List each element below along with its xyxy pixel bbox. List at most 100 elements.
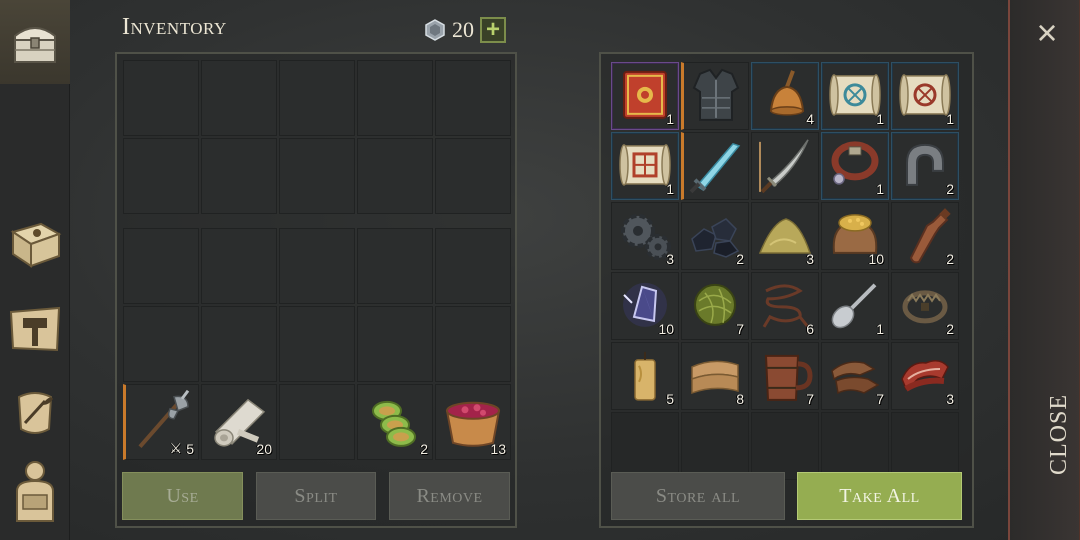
chest-slot-scroll-red[interactable]: 1 xyxy=(891,62,959,130)
chest-slot-crystal[interactable]: 10 xyxy=(611,272,679,340)
inventory-slot[interactable] xyxy=(279,60,355,136)
chest-icon xyxy=(14,27,56,63)
item-quantity: 2 xyxy=(946,181,954,197)
close-label[interactable]: CLOSE xyxy=(1046,394,1073,475)
armor-vest-icon xyxy=(692,68,740,121)
chest-slot-katana[interactable] xyxy=(751,132,819,200)
chest-slot-candle[interactable]: 5 xyxy=(611,342,679,410)
gem-icon xyxy=(425,19,445,41)
hammer-map-icon xyxy=(9,306,61,352)
item-quantity: 1 xyxy=(666,181,674,197)
iron-horseshoe-icon xyxy=(906,143,944,186)
chest-slot-scroll-red-2[interactable]: 1 xyxy=(611,132,679,200)
chest-slot-bear-trap[interactable]: 2 xyxy=(891,272,959,340)
inventory-slot[interactable] xyxy=(357,138,433,214)
tab-skills[interactable] xyxy=(6,216,64,274)
chest-slot-sand[interactable]: 3 xyxy=(751,202,819,270)
item-quantity: 2 xyxy=(946,251,954,267)
item-quantity: 5 xyxy=(666,391,674,407)
inventory-slot[interactable] xyxy=(123,138,199,214)
use-button[interactable]: Use xyxy=(122,472,243,520)
katana-icon xyxy=(759,139,809,194)
spoon-icon xyxy=(831,283,877,329)
inventory-slot[interactable] xyxy=(357,306,433,382)
add-gems-button[interactable]: + xyxy=(480,17,506,43)
chest-slot-spoon[interactable]: 1 xyxy=(821,272,889,340)
inventory-slot[interactable] xyxy=(123,60,199,136)
chest-slot-mug[interactable]: 7 xyxy=(751,342,819,410)
fiber-ball-icon xyxy=(694,283,736,326)
sun-book-icon xyxy=(10,222,62,268)
chest-slot-scroll-blue[interactable]: 1 xyxy=(821,62,889,130)
split-button[interactable]: Split xyxy=(256,472,376,520)
chest-slot-horseshoe[interactable]: 2 xyxy=(891,132,959,200)
chest-slot-gears[interactable]: 3 xyxy=(611,202,679,270)
chest-slot-bacon[interactable]: 3 xyxy=(891,342,959,410)
chest-slot-bell[interactable]: 4 xyxy=(751,62,819,130)
inventory-grid-upper xyxy=(123,60,511,214)
inventory-slot[interactable] xyxy=(279,306,355,382)
halberd-icon xyxy=(138,389,190,449)
item-quantity: 2 xyxy=(946,321,954,337)
chest-slot-grain-sack[interactable]: 10 xyxy=(821,202,889,270)
inventory-slot[interactable] xyxy=(201,306,277,382)
tab-crafting[interactable] xyxy=(6,300,64,358)
item-quantity: 6 xyxy=(806,321,814,337)
inventory-slot[interactable] xyxy=(357,228,433,304)
chest-slot-spell-book[interactable]: 1 xyxy=(611,62,679,130)
side-nav xyxy=(0,0,70,540)
gem-counter: 20 + xyxy=(424,16,506,44)
inventory-slot[interactable] xyxy=(357,60,433,136)
inventory-slot[interactable] xyxy=(279,138,355,214)
chest-slot-leather[interactable]: 7 xyxy=(821,342,889,410)
hotbar-slot-empty[interactable] xyxy=(279,384,355,460)
close-icon[interactable]: × xyxy=(1032,15,1062,51)
inventory-slot[interactable] xyxy=(123,306,199,382)
item-quantity: 7 xyxy=(736,321,744,337)
item-quantity: 3 xyxy=(806,251,814,267)
inventory-slot[interactable] xyxy=(201,60,277,136)
remove-button[interactable]: Remove xyxy=(389,472,510,520)
item-quantity: 3 xyxy=(946,391,954,407)
chest-slot-collar[interactable]: 1 xyxy=(821,132,889,200)
item-quantity: 7 xyxy=(806,391,814,407)
item-quantity: 8 xyxy=(736,391,744,407)
hotbar-slot-berries[interactable]: 13 xyxy=(435,384,511,460)
inventory-slot[interactable] xyxy=(435,228,511,304)
tab-quests[interactable] xyxy=(6,384,64,442)
chest-slot-rope[interactable]: 6 xyxy=(751,272,819,340)
tab-inventory[interactable] xyxy=(0,0,70,84)
item-quantity: 5 xyxy=(186,441,194,457)
inventory-slot[interactable] xyxy=(435,138,511,214)
chest-slot[interactable] xyxy=(611,412,679,480)
hotbar-slot-halberd[interactable]: 5 ⚔ xyxy=(123,384,199,460)
chest-slot-bottle[interactable]: 2 xyxy=(891,202,959,270)
character-backpack-icon xyxy=(16,461,54,522)
close-panel[interactable]: × CLOSE xyxy=(1008,0,1080,540)
chest-slot-armor[interactable] xyxy=(681,62,749,130)
chest-slot-fiber[interactable]: 7 xyxy=(681,272,749,340)
chest-slot-coal[interactable]: 2 xyxy=(681,202,749,270)
chest-slot-cloth[interactable]: 8 xyxy=(681,342,749,410)
inventory-slot[interactable] xyxy=(123,228,199,304)
store-all-button[interactable]: Store all xyxy=(611,472,785,520)
take-all-button[interactable]: Take All xyxy=(797,472,962,520)
chest-slot[interactable] xyxy=(821,412,889,480)
tab-character[interactable] xyxy=(6,461,64,522)
item-quantity: 10 xyxy=(868,251,884,267)
chest-slot[interactable] xyxy=(891,412,959,480)
chest-slot[interactable] xyxy=(681,412,749,480)
inventory-slot[interactable] xyxy=(201,138,277,214)
bottle-icon xyxy=(909,208,951,264)
inventory-grid-lower xyxy=(123,228,511,382)
chest-slot[interactable] xyxy=(751,412,819,480)
inventory-slot[interactable] xyxy=(435,306,511,382)
item-quantity: 1 xyxy=(946,111,954,127)
inventory-slot[interactable] xyxy=(201,228,277,304)
hotbar-slot-cactus[interactable]: 2 xyxy=(357,384,433,460)
candle-icon xyxy=(634,351,656,401)
inventory-slot[interactable] xyxy=(435,60,511,136)
chest-slot-ice-sword[interactable] xyxy=(681,132,749,200)
inventory-slot[interactable] xyxy=(279,228,355,304)
hotbar-slot-cloth[interactable]: 20 xyxy=(201,384,277,460)
